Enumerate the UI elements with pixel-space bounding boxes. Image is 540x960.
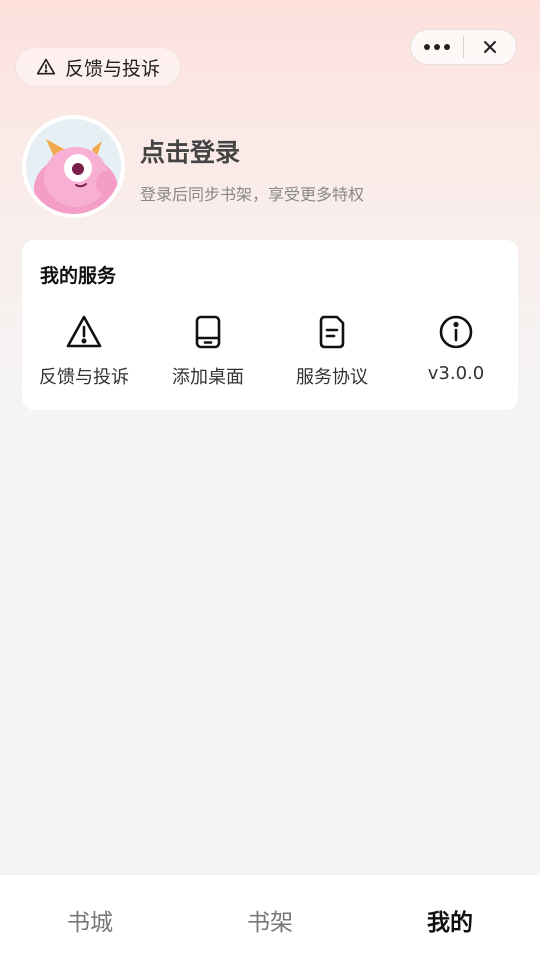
info-icon xyxy=(439,315,473,349)
monster-avatar-icon xyxy=(26,119,121,214)
tab-bookshelf[interactable]: 书架 xyxy=(180,875,360,960)
service-add-desktop[interactable]: 添加桌面 xyxy=(146,313,270,389)
service-feedback-label: 反馈与投诉 xyxy=(39,367,129,388)
more-button[interactable] xyxy=(411,30,463,64)
service-agreement[interactable]: 服务协议 xyxy=(270,313,394,389)
bottom-tab-bar: 书城 书架 我的 xyxy=(0,874,540,960)
service-agreement-label: 服务协议 xyxy=(296,367,368,388)
warning-icon xyxy=(36,58,56,75)
close-icon xyxy=(484,41,496,53)
my-services-card: 我的服务 反馈与投诉 添加桌面 服务协议 v3.0.0 xyxy=(22,240,518,410)
feedback-button-label: 反馈与投诉 xyxy=(65,57,161,80)
login-subtitle: 登录后同步书架，享受更多特权 xyxy=(140,185,365,204)
service-feedback[interactable]: 反馈与投诉 xyxy=(22,313,146,389)
document-icon xyxy=(319,315,345,349)
phone-icon xyxy=(195,315,221,349)
service-version-label: v3.0.0 xyxy=(427,363,485,384)
services-title: 我的服务 xyxy=(40,265,117,287)
feedback-button[interactable]: 反馈与投诉 xyxy=(15,47,181,87)
tab-bookstore[interactable]: 书城 xyxy=(0,875,180,960)
service-add-desktop-label: 添加桌面 xyxy=(172,367,244,388)
mini-program-capsule xyxy=(410,29,517,65)
warning-icon xyxy=(66,315,102,348)
service-version[interactable]: v3.0.0 xyxy=(394,313,518,389)
more-dots-icon xyxy=(424,44,450,50)
close-button[interactable] xyxy=(464,30,516,64)
tab-mine[interactable]: 我的 xyxy=(360,875,540,960)
avatar[interactable] xyxy=(22,115,125,218)
login-title[interactable]: 点击登录 xyxy=(140,133,240,169)
